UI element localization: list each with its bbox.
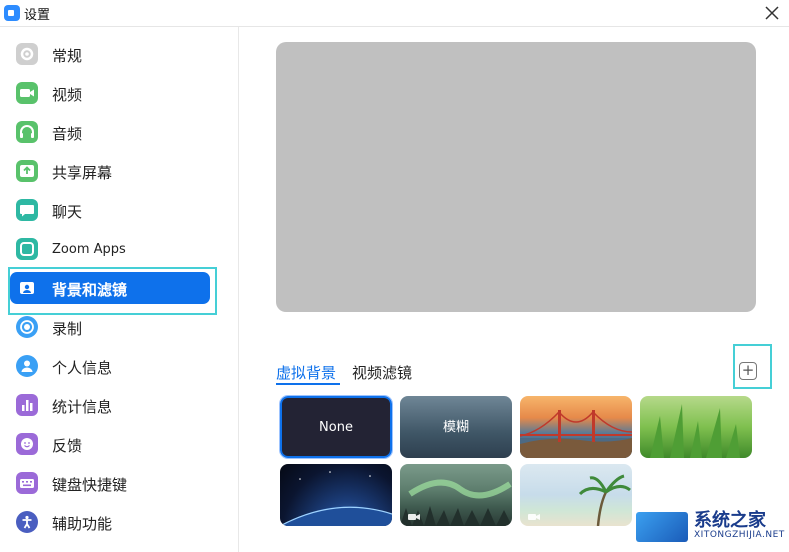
sidebar-item-zoom-apps[interactable]: Zoom Apps — [10, 233, 210, 265]
record-icon — [16, 316, 38, 338]
sidebar-item-profile[interactable]: 个人信息 — [10, 350, 210, 382]
gear-icon — [16, 43, 38, 65]
accessibility-icon — [16, 511, 38, 533]
background-thumb-label: 模糊 — [442, 420, 469, 435]
sidebar-item-label: 辅助功能 — [52, 515, 113, 533]
video-icon — [16, 82, 38, 104]
earth-image — [280, 471, 392, 526]
beach-image — [528, 474, 631, 526]
background-thumb-earth[interactable] — [280, 464, 392, 526]
zoom-app-icon — [4, 5, 20, 21]
watermark-text: 系统之家 — [694, 510, 766, 531]
share-screen-icon — [16, 160, 38, 182]
background-thumb-bridge[interactable] — [520, 396, 632, 458]
close-button[interactable] — [761, 2, 783, 24]
background-thumb-beach[interactable] — [520, 464, 632, 526]
sidebar-item-recording[interactable]: 录制 — [10, 311, 210, 343]
apps-icon — [16, 238, 38, 260]
highlight-box — [8, 267, 217, 315]
sidebar-item-label: 视频 — [52, 86, 83, 104]
sidebar-item-label: 共享屏幕 — [52, 164, 113, 182]
sidebar-item-keyboard-shortcuts[interactable]: 键盘快捷键 — [10, 467, 210, 499]
background-thumb-grass[interactable] — [640, 396, 752, 458]
window-title: 设置 — [24, 8, 51, 23]
sidebar-item-audio[interactable]: 音频 — [10, 116, 210, 148]
tab-video-filters[interactable]: 视频滤镜 — [352, 362, 412, 383]
close-icon — [765, 6, 779, 20]
sidebar-item-chat[interactable]: 聊天 — [10, 194, 210, 226]
tab-underline — [276, 383, 340, 385]
add-background-button[interactable]: + — [739, 362, 757, 380]
background-thumb-aurora[interactable] — [400, 464, 512, 526]
sidebar-item-label: 聊天 — [52, 203, 83, 221]
background-thumb-none[interactable]: None — [279, 395, 393, 459]
sidebar-item-label: 常规 — [52, 47, 83, 65]
sidebar-item-label: 个人信息 — [52, 359, 113, 377]
video-preview — [276, 42, 756, 312]
sidebar-item-label: 录制 — [52, 320, 83, 338]
background-thumb-label: None — [319, 420, 353, 435]
sidebar-item-label: 统计信息 — [52, 398, 113, 416]
sidebar-item-label: 键盘快捷键 — [52, 476, 128, 494]
grass-image — [650, 404, 740, 458]
feedback-icon — [16, 433, 38, 455]
sidebar-item-label: Zoom Apps — [52, 242, 126, 257]
sidebar-item-statistics[interactable]: 统计信息 — [10, 389, 210, 421]
keyboard-icon — [16, 472, 38, 494]
sidebar-item-general[interactable]: 常规 — [10, 38, 210, 70]
sidebar-item-label: 反馈 — [52, 437, 83, 455]
sidebar-item-video[interactable]: 视频 — [10, 77, 210, 109]
house-icon — [636, 512, 688, 542]
chat-icon — [16, 199, 38, 221]
tab-virtual-background[interactable]: 虚拟背景 — [276, 362, 336, 383]
statistics-icon — [16, 394, 38, 416]
aurora-image — [400, 479, 512, 526]
sidebar: 常规 视频 音频 共享屏幕 聊天 Zoom Apps 背景和滤镜 录制 个人信息… — [0, 27, 239, 552]
background-thumb-blur[interactable]: 模糊 — [400, 396, 512, 458]
profile-icon — [16, 355, 38, 377]
bridge-image — [520, 410, 632, 458]
sidebar-item-share-screen[interactable]: 共享屏幕 — [10, 155, 210, 187]
watermark-subtext: XITONGZHIJIA.NET — [694, 530, 785, 540]
sidebar-item-feedback[interactable]: 反馈 — [10, 428, 210, 460]
sidebar-item-accessibility[interactable]: 辅助功能 — [10, 506, 210, 538]
headphones-icon — [16, 121, 38, 143]
watermark-logo: 系统之家 XITONGZHIJIA.NET — [636, 502, 786, 548]
sidebar-item-label: 音频 — [52, 125, 83, 143]
title-bar: 设置 — [0, 0, 789, 27]
